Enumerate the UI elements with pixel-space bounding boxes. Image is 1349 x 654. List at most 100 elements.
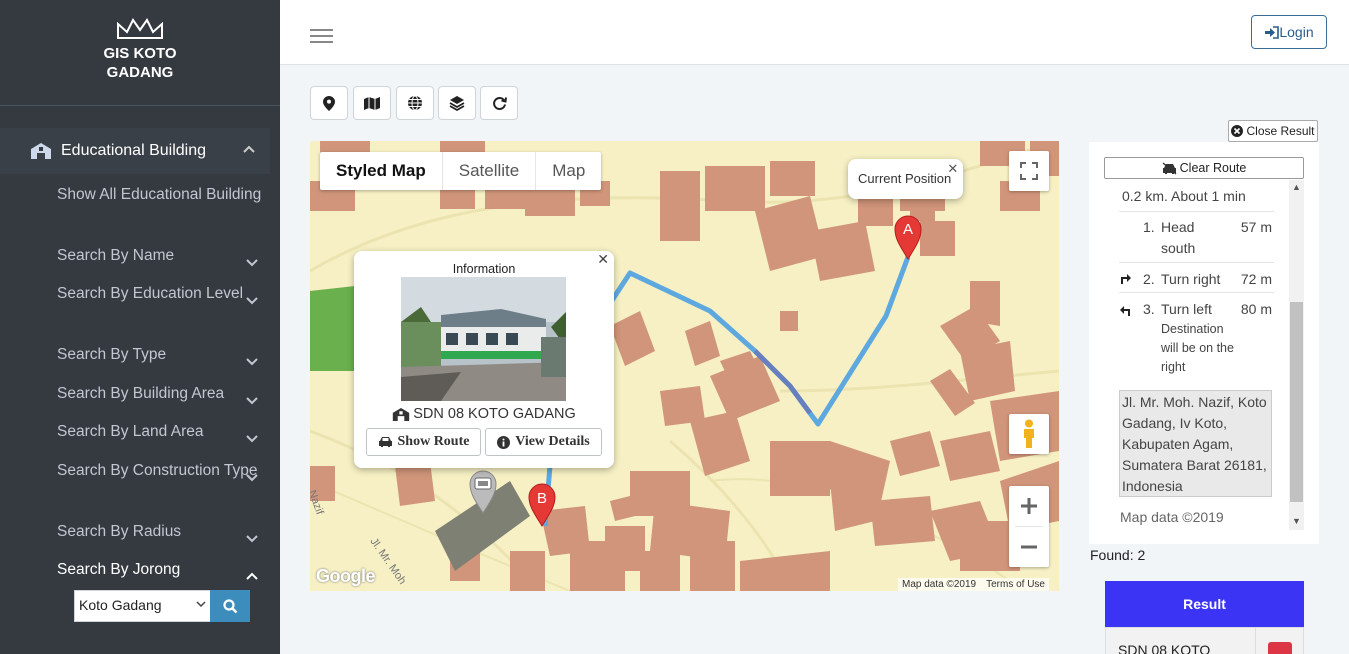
search-icon: [222, 598, 237, 613]
directions-panel: Clear Route 0.2 km. About 1 min 1. Head …: [1089, 142, 1319, 544]
jorong-select-value: Koto Gadang: [79, 597, 162, 613]
step-action: Head: [1161, 219, 1195, 235]
brand[interactable]: GIS KOTO GADANG: [0, 0, 280, 106]
directions-scrollbar[interactable]: ▲ ▼: [1289, 180, 1304, 530]
step-action: Turn: [1161, 301, 1190, 317]
sidebar-item-construction-type[interactable]: Search By Construction Type: [57, 460, 262, 482]
scroll-down-icon[interactable]: ▼: [1292, 516, 1301, 526]
sidebar-item-radius[interactable]: Search By Radius: [57, 521, 262, 543]
step-distance: 80 m: [1240, 301, 1272, 317]
sidebar-item-type[interactable]: Search By Type: [57, 344, 262, 366]
route-summary: 0.2 km. About 1 min: [1122, 188, 1246, 204]
step-text: Turn right: [1161, 269, 1239, 290]
jorong-select[interactable]: Koto Gadang: [74, 590, 211, 622]
chevron-down-icon: [246, 397, 258, 405]
zoom-out-button[interactable]: [1009, 527, 1049, 567]
chevron-up-icon: [246, 572, 258, 580]
chevron-down-icon: [196, 601, 206, 608]
sidebar-item-label: Search By Name: [57, 247, 175, 264]
current-position-infowindow: Current Position ✕: [848, 159, 964, 199]
view-details-label: View Details: [515, 434, 590, 449]
direction-step[interactable]: 2. Turn right 72 m: [1119, 262, 1274, 292]
close-icon[interactable]: ✕: [947, 161, 958, 177]
turn-right-icon: [1121, 274, 1131, 284]
map[interactable]: Nazif Jl. Mr. Moh A B Styled Map Satelli…: [310, 141, 1059, 591]
chevron-down-icon: [246, 259, 258, 267]
close-circle-icon: [1231, 125, 1244, 137]
locate-button[interactable]: [1268, 642, 1292, 654]
chevron-down-icon: [246, 535, 258, 543]
marker-a[interactable]: A: [894, 215, 922, 260]
step-number: 3.: [1143, 301, 1155, 317]
school-photo: [401, 277, 566, 401]
map-attribution: Map data ©2019 Terms of Use: [898, 578, 1049, 591]
map-type-control: Styled Map Satellite Map: [320, 152, 602, 190]
zoom-control: [1009, 486, 1049, 567]
step-note: Destination will be on the right: [1161, 322, 1234, 374]
refresh-button[interactable]: [480, 86, 518, 120]
clear-route-label: Clear Route: [1179, 161, 1247, 175]
car-crash-icon: [1162, 161, 1177, 175]
school-infowindow: ✕ Information SDN 08 KOTO GADANG Show Ro…: [354, 251, 614, 468]
school-name: SDN 08 KOTO GADANG: [354, 406, 614, 422]
sidebar-item-name[interactable]: Search By Name: [57, 245, 262, 267]
street-view-pegman[interactable]: [1009, 414, 1049, 454]
table-row[interactable]: SDN 08 KOTO: [1105, 627, 1304, 654]
close-result-button[interactable]: Close Result: [1228, 120, 1318, 142]
step-number: 2.: [1143, 271, 1155, 287]
fullscreen-button[interactable]: [1009, 151, 1049, 191]
globe-button[interactable]: [396, 86, 434, 120]
map-type-styled[interactable]: Styled Map: [320, 152, 443, 190]
location-button[interactable]: [310, 86, 348, 120]
brand-title: GIS KOTO GADANG: [103, 44, 176, 82]
direction-step[interactable]: 3. Turn left Destination will be on the …: [1119, 292, 1274, 376]
terms-of-use-link[interactable]: Terms of Use: [986, 579, 1045, 590]
login-button[interactable]: Login: [1251, 15, 1327, 49]
jorong-search-button[interactable]: [210, 590, 250, 622]
step-number: 1.: [1143, 219, 1155, 235]
sidebar-item-building-area[interactable]: Search By Building Area: [57, 383, 262, 405]
map-type-map[interactable]: Map: [536, 152, 601, 190]
map-type-satellite[interactable]: Satellite: [443, 152, 537, 190]
step-action: Turn: [1161, 271, 1190, 287]
result-table-header: Result: [1105, 581, 1304, 627]
direction-step[interactable]: 1. Head south 57 m: [1119, 211, 1274, 262]
marker-b-label: B: [537, 490, 547, 507]
map-data-text: Map data ©2019: [1120, 509, 1224, 525]
pegman-icon: [1024, 419, 1034, 448]
sidebar-item-jorong[interactable]: Search By Jorong: [57, 559, 262, 581]
school-icon: [393, 407, 410, 421]
car-icon: [378, 437, 392, 447]
step-direction: right: [1193, 271, 1221, 287]
sidebar-item-label: Search By Construction Type: [57, 462, 258, 479]
sidebar-item-label: Search By Land Area: [57, 423, 204, 440]
show-route-button[interactable]: Show Route: [366, 428, 481, 456]
nav-label: Educational Building: [61, 142, 206, 159]
zoom-in-button[interactable]: [1009, 486, 1049, 526]
current-position-label: Current Position: [858, 171, 952, 186]
hamburger-menu-icon[interactable]: [310, 29, 333, 45]
scroll-up-icon[interactable]: ▲: [1292, 182, 1301, 192]
clear-route-button[interactable]: Clear Route: [1104, 157, 1304, 179]
sidebar-item-label: Search By Education Level: [57, 285, 244, 302]
view-details-button[interactable]: View Details: [485, 428, 602, 456]
nav-educational-building[interactable]: Educational Building: [0, 128, 270, 174]
school-name-text: SDN 08 KOTO GADANG: [413, 406, 576, 422]
sidebar-item-land-area[interactable]: Search By Land Area: [57, 421, 262, 443]
login-label: Login: [1279, 24, 1314, 40]
step-direction: south: [1161, 240, 1196, 256]
step-distance: 72 m: [1240, 271, 1272, 287]
globe-icon: [408, 95, 422, 111]
close-result-label: Close Result: [1246, 124, 1315, 138]
sidebar: GIS KOTO GADANG Educational Building Sho…: [0, 0, 280, 654]
scroll-thumb[interactable]: [1290, 302, 1303, 502]
sidebar-item-show-all[interactable]: Show All Educational Building: [57, 184, 262, 206]
show-route-label: Show Route: [397, 434, 470, 449]
layers-button[interactable]: [438, 86, 476, 120]
marker-a-label: A: [903, 221, 913, 238]
crown-logo-icon: [117, 18, 163, 39]
sidebar-item-education-level[interactable]: Search By Education Level: [57, 283, 262, 305]
map-button[interactable]: [353, 86, 391, 120]
minus-icon: [1021, 545, 1037, 549]
topbar: Login: [280, 0, 1349, 65]
